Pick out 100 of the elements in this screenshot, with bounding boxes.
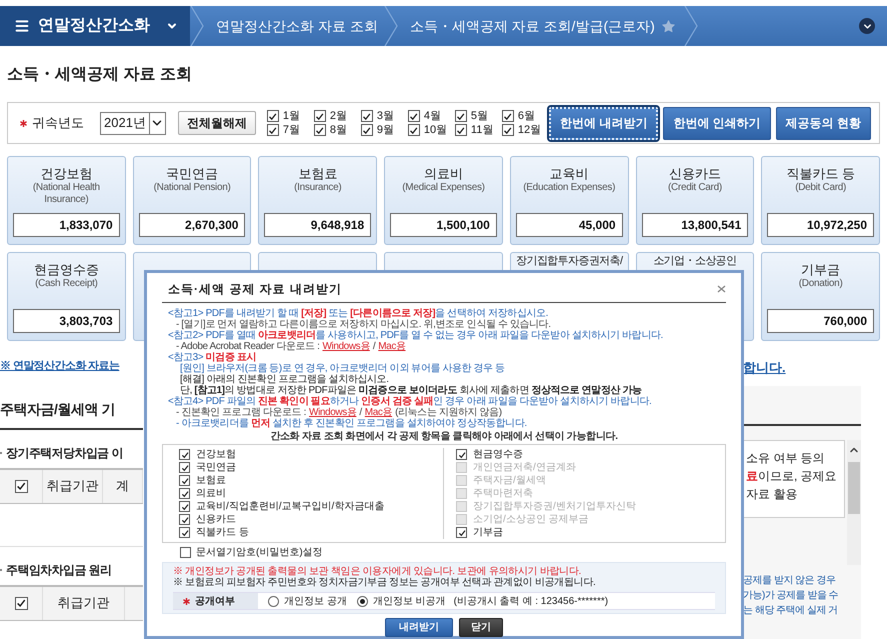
- option-label: 신용카드: [196, 513, 236, 527]
- card-subtitle: (Credit Card): [668, 182, 722, 195]
- card-subtitle: (Cash Receipt): [35, 278, 98, 291]
- checkbox[interactable]: [179, 462, 190, 473]
- checkbox[interactable]: [179, 475, 190, 486]
- checkbox[interactable]: [456, 527, 467, 538]
- checkbox[interactable]: [502, 110, 514, 122]
- warning-text: ※ 보험료의 피보험자 주민번호와 정치자금기부금 정보는 공개여부 선택과 관계없이 비공개됩니다.: [173, 577, 596, 588]
- radio-button[interactable]: [268, 596, 279, 606]
- dialog-button[interactable]: 내려받기: [385, 618, 453, 637]
- note-line: - Adobe Acrobat Reader 다운로드 : Windows용 / Mac용: [175, 341, 407, 352]
- checkbox[interactable]: [14, 480, 28, 492]
- card-title: 교육비: [550, 166, 589, 182]
- card-subtitle: (Education Expenses): [523, 182, 616, 195]
- warning-text: ※ 개인정보가 공개된 출력물의 보관 책임은 이용자에게 있습니다. 보관에 유의하시기 바랍니다.: [173, 566, 582, 577]
- expand-icon[interactable]: [859, 18, 875, 34]
- year-select[interactable]: 2021년: [100, 112, 166, 134]
- note-line: 단, [참고1]의 방법대로 저장한 PDF파일은 미검증으로 보이더라도 회사에 제출하면 정상적으로 연말정산 가능: [179, 385, 643, 396]
- note-line: <참고1> PDF를 내려받기 할 때 [저장] 또는 [다른이름으로 저장]을 선택하여 저장하십시오.: [168, 308, 549, 319]
- checkbox[interactable]: [314, 110, 326, 122]
- checkbox[interactable]: [179, 514, 190, 525]
- month-label: 10월: [424, 124, 448, 136]
- chevron-separator-icon: [190, 6, 204, 46]
- page-title: 소득・세액공제 자료 조회: [7, 65, 193, 85]
- card-subtitle: (Medical Expenses): [402, 182, 485, 195]
- card-title: 현금영수증: [34, 262, 99, 278]
- card-title: 보험료: [298, 166, 338, 182]
- checkbox[interactable]: [454, 110, 467, 122]
- option-label: 개인연금저축/연금계좌: [473, 461, 576, 475]
- note-text: 는 해당 주택에 실제 거: [743, 604, 838, 618]
- month-label: 1월: [282, 110, 300, 122]
- note-text: 공제를 받지 않은 경우: [743, 574, 836, 588]
- favorite-star-icon[interactable]: [660, 18, 676, 34]
- download-link[interactable]: Mac용: [378, 341, 406, 352]
- option-label: 주택마련저축: [473, 487, 533, 501]
- column-header: 취급기관: [58, 594, 110, 612]
- checkbox[interactable]: [14, 596, 28, 610]
- month-label: 5월: [470, 110, 488, 122]
- month-label: 9월: [376, 124, 394, 136]
- download-link[interactable]: Windows용: [309, 407, 356, 418]
- info-text: 료이므로, 공제요: [746, 468, 838, 484]
- dialog-caption: 간소화 자료 조회 화면에서 각 공제 항목을 클릭해야 아래에서 선택이 가능합니다.: [269, 430, 619, 443]
- checkbox[interactable]: [179, 501, 190, 512]
- option-label: 주택자금/월세액: [473, 474, 546, 488]
- option-label: 소기업/소상공인 공제부금: [473, 513, 589, 527]
- radio-button[interactable]: [356, 596, 368, 606]
- checkbox[interactable]: [180, 546, 191, 558]
- action-button[interactable]: 한번에 인쇄하기: [663, 106, 771, 140]
- checkbox[interactable]: [360, 124, 373, 136]
- card-title: 신용카드: [668, 166, 721, 182]
- option-label: 교육비/직업훈련비/교복구입비/학자금대출: [196, 500, 384, 514]
- option-label: 장기집합투자증권/벤처기업투자신탁: [473, 500, 636, 514]
- card-subtitle: (Debit Card): [795, 182, 846, 195]
- note-line: [해결] 아래의 진본확인 프로그램을 설치하십시오.: [179, 374, 390, 385]
- action-button[interactable]: 한번에 내려받기: [548, 106, 658, 140]
- download-link[interactable]: Mac용: [364, 407, 392, 418]
- close-icon[interactable]: [717, 285, 726, 293]
- subsection-title: 주택임차차입금 원리: [6, 562, 112, 578]
- card-title: 국민연금: [166, 166, 218, 182]
- radio-label: 개인정보 비공개: [372, 594, 446, 608]
- home-menu[interactable]: 연말정산간소화: [0, 6, 190, 46]
- breadcrumb-link[interactable]: 연말정산간소화 자료 조회: [204, 16, 384, 36]
- dialog-button[interactable]: 닫기: [459, 618, 503, 637]
- section-title: 주택자금/월세액 기: [0, 400, 115, 418]
- menu-icon: [14, 18, 30, 34]
- checkbox[interactable]: [179, 449, 190, 460]
- checkbox[interactable]: [502, 124, 514, 136]
- checkbox[interactable]: [179, 527, 190, 538]
- option-label: 현금영수증: [473, 448, 523, 462]
- month-label: 6월: [518, 110, 536, 122]
- checkbox[interactable]: [454, 124, 467, 136]
- note-line: <참고2> PDF를 열때 아크로뱃리더를 사용하시고, PDF를 열 수 없는 경우 아래 파일을 다운받아 설치하시기 바랍니다.: [168, 330, 664, 341]
- checkbox[interactable]: [408, 124, 420, 136]
- month-label: 7월: [282, 124, 300, 136]
- info-text: 소유 여부 등의: [746, 450, 826, 466]
- download-link[interactable]: Windows용: [322, 341, 370, 352]
- notice-link[interactable]: ※ 연말정산간소화 자료는: [0, 358, 120, 374]
- action-button[interactable]: 제공동의 현황: [776, 106, 871, 140]
- scroll-thumb[interactable]: [848, 462, 860, 514]
- card-subtitle: (Insurance): [294, 182, 342, 195]
- option-label: 국민연금: [196, 461, 236, 475]
- note-line: [원인] 브라우저(크롬 등)로 연 경우, 아크로뱃리더 이외 뷰어를 사용한 경우 등: [179, 363, 506, 374]
- note-line: - 아크로뱃리더를 먼저 설치한 후 진본확인 프로그램을 설치하여야 정상작동합니다.: [175, 418, 528, 429]
- notice-link[interactable]: 합니다.: [743, 358, 887, 378]
- clear-months-button[interactable]: 전체월해제: [178, 111, 256, 135]
- breadcrumb-link[interactable]: 소득・세액공제 자료 조회/발급(근로자): [398, 16, 661, 36]
- checkbox[interactable]: [179, 488, 190, 499]
- amount-field: 9,648,918: [264, 213, 372, 237]
- amount-field: 10,972,250: [767, 213, 874, 237]
- checkbox[interactable]: [456, 449, 467, 460]
- option-label: 기부금: [473, 526, 503, 540]
- option-label: 의료비: [196, 487, 226, 501]
- checkbox[interactable]: [360, 110, 373, 122]
- scrollbar[interactable]: [847, 440, 861, 564]
- checkbox[interactable]: [266, 124, 279, 136]
- card-title: 소기업・소상공인: [653, 255, 737, 267]
- checkbox[interactable]: [408, 110, 420, 122]
- month-label: 4월: [424, 110, 442, 122]
- checkbox[interactable]: [314, 124, 326, 136]
- checkbox[interactable]: [266, 110, 279, 122]
